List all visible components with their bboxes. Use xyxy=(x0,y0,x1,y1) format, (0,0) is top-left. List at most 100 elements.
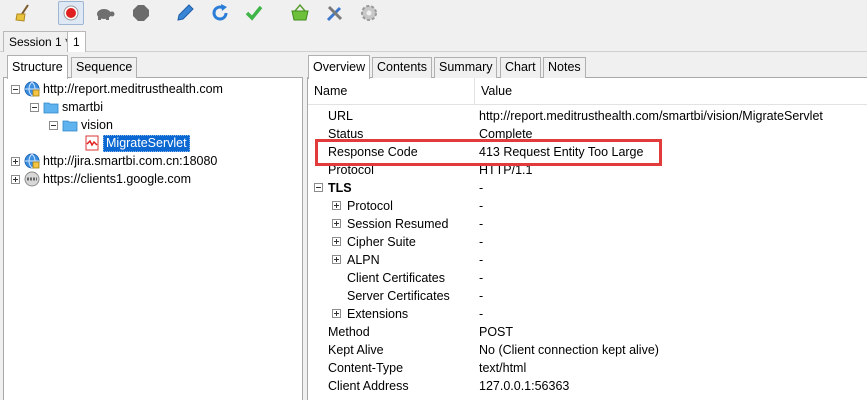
session-tab-bar: Session 1 * 1 xyxy=(0,28,867,52)
row-name: TLS xyxy=(328,181,352,195)
tab-session-1[interactable]: Session 1 * xyxy=(3,31,76,52)
globe-grey-icon xyxy=(24,171,40,187)
row-value: Complete xyxy=(479,127,533,141)
tab-overview[interactable]: Overview xyxy=(308,55,371,79)
pen-icon[interactable] xyxy=(172,1,198,25)
structure-pane: Structure Sequence http://report.meditru… xyxy=(3,55,303,400)
tab-contents[interactable]: Contents xyxy=(372,57,433,78)
row-name: Status xyxy=(328,127,364,141)
row-value: - xyxy=(479,271,484,285)
tab-notes[interactable]: Notes xyxy=(543,57,586,78)
row-value: - xyxy=(479,235,484,249)
row-name: Method xyxy=(328,325,370,339)
row-value: HTTP/1.1 xyxy=(479,163,533,177)
grid-row-alpn[interactable]: ALPN - xyxy=(308,251,867,269)
tree-item-label: http://report.meditrusthealth.com xyxy=(43,82,223,96)
check-icon[interactable] xyxy=(241,1,267,25)
broom-icon[interactable] xyxy=(10,1,36,25)
turtle-icon[interactable] xyxy=(92,1,118,25)
grid-row-status[interactable]: Status Complete xyxy=(308,125,867,143)
grid-row-session-resumed[interactable]: Session Resumed - xyxy=(308,215,867,233)
expand-icon[interactable] xyxy=(332,309,341,318)
grid-row-method[interactable]: Method POST xyxy=(308,323,867,341)
row-value: 127.0.0.1:56363 xyxy=(479,379,570,393)
row-name: Extensions xyxy=(347,307,409,321)
folder-icon xyxy=(43,99,59,115)
left-tab-bar: Structure Sequence xyxy=(3,55,303,79)
tab-session-number[interactable]: 1 xyxy=(67,31,86,52)
expand-icon[interactable] xyxy=(11,174,20,184)
expand-icon[interactable] xyxy=(11,156,20,166)
row-value: - xyxy=(479,307,484,321)
toolbar xyxy=(0,0,867,28)
record-icon[interactable] xyxy=(58,1,84,25)
basket-icon[interactable] xyxy=(287,1,313,25)
refresh-icon[interactable] xyxy=(207,1,233,25)
request-error-icon xyxy=(84,135,100,151)
tab-chart[interactable]: Chart xyxy=(500,57,541,78)
expand-icon[interactable] xyxy=(332,201,341,210)
grid-row-tls[interactable]: TLS - xyxy=(308,179,867,197)
grid-row-server-certificates[interactable]: Server Certificates - xyxy=(308,287,867,305)
row-name: Session Resumed xyxy=(347,217,449,231)
tools-icon[interactable] xyxy=(322,1,348,25)
collapse-icon[interactable] xyxy=(30,102,39,112)
row-name: Content-Type xyxy=(328,361,404,375)
grid-row-cipher-suite[interactable]: Cipher Suite - xyxy=(308,233,867,251)
column-header-value[interactable]: Value xyxy=(475,78,512,105)
tree-item-smartbi[interactable]: smartbi xyxy=(30,98,103,116)
collapse-icon[interactable] xyxy=(314,183,323,192)
tree-item-label: https://clients1.google.com xyxy=(43,172,191,186)
tree-item-label: http://jira.smartbi.com.cn:18080 xyxy=(43,154,218,168)
column-header-name[interactable]: Name xyxy=(308,78,347,105)
grid-row-extensions[interactable]: Extensions - xyxy=(308,305,867,323)
tab-structure[interactable]: Structure xyxy=(7,55,68,79)
tree-item-migrateservlet[interactable]: MigrateServlet xyxy=(84,134,190,152)
collapse-icon[interactable] xyxy=(49,120,58,130)
grid-row-url[interactable]: URL http://report.meditrusthealth.com/sm… xyxy=(308,107,867,125)
row-value: text/html xyxy=(479,361,527,375)
globe-lock-icon xyxy=(24,153,40,169)
row-name: Protocol xyxy=(328,163,374,177)
grid-row-client-certificates[interactable]: Client Certificates - xyxy=(308,269,867,287)
row-value: - xyxy=(479,289,484,303)
row-value: - xyxy=(479,253,484,267)
grid-row-protocol[interactable]: Protocol HTTP/1.1 xyxy=(308,161,867,179)
grid-row-response-code[interactable]: Response Code 413 Request Entity Too Lar… xyxy=(308,143,867,161)
row-name: Protocol xyxy=(347,199,393,213)
row-value: 413 Request Entity Too Large xyxy=(479,145,644,159)
grid-row-content-type[interactable]: Content-Type text/html xyxy=(308,359,867,377)
row-name: Server Certificates xyxy=(347,289,450,303)
row-value: - xyxy=(479,181,484,195)
folder-icon xyxy=(62,117,78,133)
row-name: Response Code xyxy=(328,145,418,159)
row-name: ALPN xyxy=(347,253,380,267)
row-value: http://report.meditrusthealth.com/smartb… xyxy=(479,109,823,123)
tab-sequence[interactable]: Sequence xyxy=(71,57,138,78)
tree-item-label: MigrateServlet xyxy=(103,134,190,152)
grid-header: Name Value xyxy=(308,78,867,105)
grid-row-client-address[interactable]: Client Address 127.0.0.1:56363 xyxy=(308,377,867,395)
gear-icon[interactable] xyxy=(356,1,382,25)
tree-item-vision[interactable]: vision xyxy=(49,116,113,134)
overview-grid: Name Value URL http://report.meditrusthe… xyxy=(307,78,867,400)
grid-row-kept-alive[interactable]: Kept Alive No (Client connection kept al… xyxy=(308,341,867,359)
tree-item-google-host[interactable]: https://clients1.google.com xyxy=(11,170,191,188)
row-name: Cipher Suite xyxy=(347,235,416,249)
expand-icon[interactable] xyxy=(332,255,341,264)
tree-item-label: vision xyxy=(81,118,113,132)
right-tab-bar: Overview Contents Summary Chart Notes xyxy=(307,55,867,79)
collapse-icon[interactable] xyxy=(11,84,20,94)
expand-icon[interactable] xyxy=(332,219,341,228)
stop-icon[interactable] xyxy=(128,1,154,25)
row-name: Kept Alive xyxy=(328,343,384,357)
grid-row-tls-protocol[interactable]: Protocol - xyxy=(308,197,867,215)
row-value: No (Client connection kept alive) xyxy=(479,343,659,357)
row-value: - xyxy=(479,199,484,213)
expand-icon[interactable] xyxy=(332,237,341,246)
tree-item-jira-host[interactable]: http://jira.smartbi.com.cn:18080 xyxy=(11,152,217,170)
tab-summary[interactable]: Summary xyxy=(434,57,498,78)
structure-tree: http://report.meditrusthealth.com smartb… xyxy=(3,78,303,400)
tree-item-report-host[interactable]: http://report.meditrusthealth.com xyxy=(11,80,223,98)
row-name: Client Certificates xyxy=(347,271,445,285)
